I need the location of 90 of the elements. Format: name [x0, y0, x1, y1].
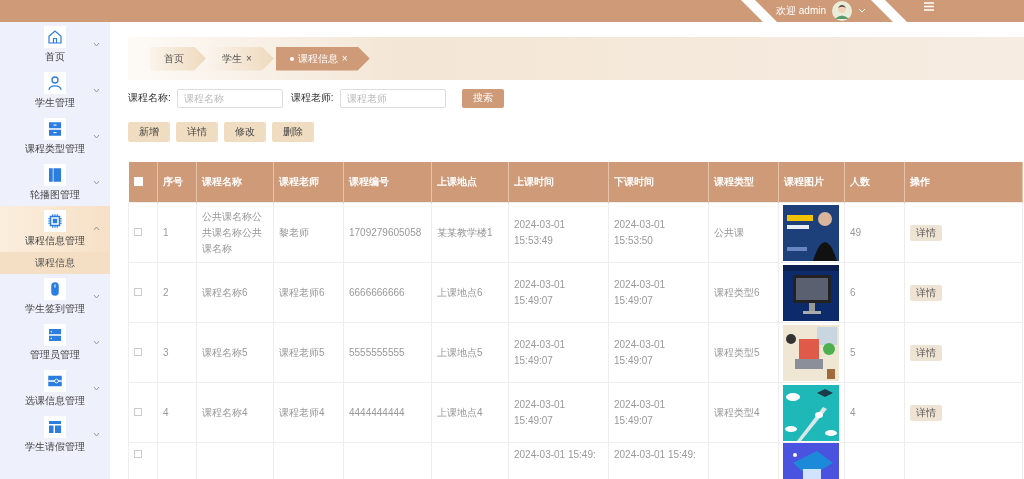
table-cell: 上课地点5 [437, 346, 483, 358]
detail-button[interactable]: 详情 [910, 284, 942, 301]
table-cell: 课程类型5 [714, 346, 760, 358]
action-button[interactable]: 删除 [272, 122, 314, 142]
table-cell: 课程名称6 [202, 286, 248, 298]
person-icon [46, 74, 64, 92]
table-cell: 课程老师5 [279, 346, 325, 358]
table-cell: 上课地点4 [437, 406, 483, 418]
detail-button[interactable]: 详情 [910, 404, 942, 421]
home-icon [46, 28, 64, 46]
column-header: 课程名称 [202, 176, 242, 187]
table-cell: 2024-03-01 15:49:07 [514, 278, 566, 306]
table-cell: 2024-03-01 15:49: [514, 449, 596, 460]
table-cell: 6666666666 [349, 286, 405, 298]
table-cell: 2 [163, 286, 169, 298]
panel-icon [46, 166, 64, 184]
table-cell: 2024-03-01 15:49:07 [614, 398, 666, 426]
table-cell: 课程名称4 [202, 406, 248, 418]
breadcrumb-tab[interactable]: 首页 [150, 46, 206, 71]
action-button[interactable]: 新增 [128, 122, 170, 142]
row-checkbox[interactable] [134, 347, 142, 356]
sidebar-item[interactable]: 学生签到管理 [0, 274, 110, 320]
table-cell: 课程老师4 [279, 406, 325, 418]
column-header: 操作 [910, 176, 930, 187]
column-header: 课程图片 [784, 176, 824, 187]
row-checkbox[interactable] [134, 407, 142, 416]
search-field[interactable]: 课程名称 [176, 88, 283, 108]
table-cell: 某某教学楼1 [437, 226, 493, 238]
column-header: 人数 [850, 176, 870, 187]
sidebar-item[interactable]: 学生请假管理 [0, 412, 110, 458]
table-cell: 2024-03-01 15:49:07 [614, 338, 666, 366]
table-cell: 4444444444 [349, 406, 405, 418]
table-cell: 1709279605058 [349, 226, 422, 238]
table-cell: 6 [850, 286, 856, 298]
table-cell: 课程名称5 [202, 346, 248, 358]
sidebar-item[interactable]: 管理员管理 [0, 320, 110, 366]
column-header: 序号 [163, 176, 183, 187]
sidebar-item[interactable]: 轮播图管理 [0, 160, 110, 206]
column-header: 下课时间 [614, 176, 654, 187]
action-button[interactable]: 详情 [176, 122, 218, 142]
sidebar-item[interactable]: 课程信息管理 [0, 206, 110, 252]
sidebar-item[interactable]: 首页 [0, 22, 110, 68]
table-cell: 课程类型4 [714, 406, 760, 418]
column-header: 课程编号 [349, 176, 389, 187]
server-icon [46, 326, 64, 344]
table-cell: 5555555555 [349, 346, 405, 358]
table-cell: 4 [163, 406, 169, 418]
table-cell: 上课地点6 [437, 286, 483, 298]
table-cell: 1 [163, 226, 169, 238]
detail-button[interactable]: 详情 [910, 344, 942, 361]
table-cell: 2024-03-01 15:49:07 [514, 338, 566, 366]
table-cell: 2024-03-01 15:49: [614, 449, 696, 460]
table-cell: 2024-03-01 15:53:49 [514, 218, 566, 246]
table-cell: 5 [850, 346, 856, 358]
table-cell: 课程老师6 [279, 286, 325, 298]
table-cell: 3 [163, 346, 169, 358]
detail-button[interactable]: 详情 [910, 224, 942, 241]
chip-icon [46, 212, 64, 230]
column-header: 课程类型 [714, 176, 754, 187]
field-label: 课程名称: [128, 91, 171, 105]
row-checkbox[interactable] [134, 227, 142, 236]
column-header: 上课时间 [514, 176, 554, 187]
select-all-checkbox[interactable] [133, 176, 143, 186]
row-checkbox[interactable] [134, 287, 142, 296]
sidebar-item[interactable]: 学生管理 [0, 68, 110, 114]
table-cell: 2024-03-01 15:49:07 [514, 398, 566, 426]
chevron-down-icon[interactable] [858, 8, 866, 14]
field-label: 课程老师: [290, 91, 334, 105]
table-cell: 49 [850, 226, 862, 238]
layout-icon [46, 418, 64, 436]
table-cell: 黎老师 [279, 226, 309, 238]
submenu-item[interactable]: 课程信息 [0, 252, 110, 274]
table-cell: 2024-03-01 15:53:50 [614, 218, 666, 246]
menu-icon[interactable] [924, 2, 934, 11]
table-cell: 课程类型6 [714, 286, 760, 298]
column-header: 课程老师 [279, 176, 319, 187]
sidebar-item[interactable]: 选课信息管理 [0, 366, 110, 412]
table-cell: 2024-03-01 15:49:07 [614, 278, 666, 306]
drawer-icon [46, 120, 64, 138]
table-cell: 公共课 [714, 226, 744, 238]
table-cell: 4 [850, 406, 856, 418]
column-header: 上课地点 [437, 176, 477, 187]
table-cell: 公共课名称公共课名称公共课名称 [202, 210, 262, 254]
row-checkbox[interactable] [134, 450, 142, 458]
action-button[interactable]: 修改 [224, 122, 266, 142]
sidebar-item[interactable]: 课程类型管理 [0, 114, 110, 160]
search-field[interactable]: 课程老师 [339, 88, 446, 108]
welcome-text: 欢迎 admin [776, 4, 826, 18]
close-icon[interactable]: × [246, 53, 252, 64]
avatar-icon[interactable] [832, 1, 852, 21]
